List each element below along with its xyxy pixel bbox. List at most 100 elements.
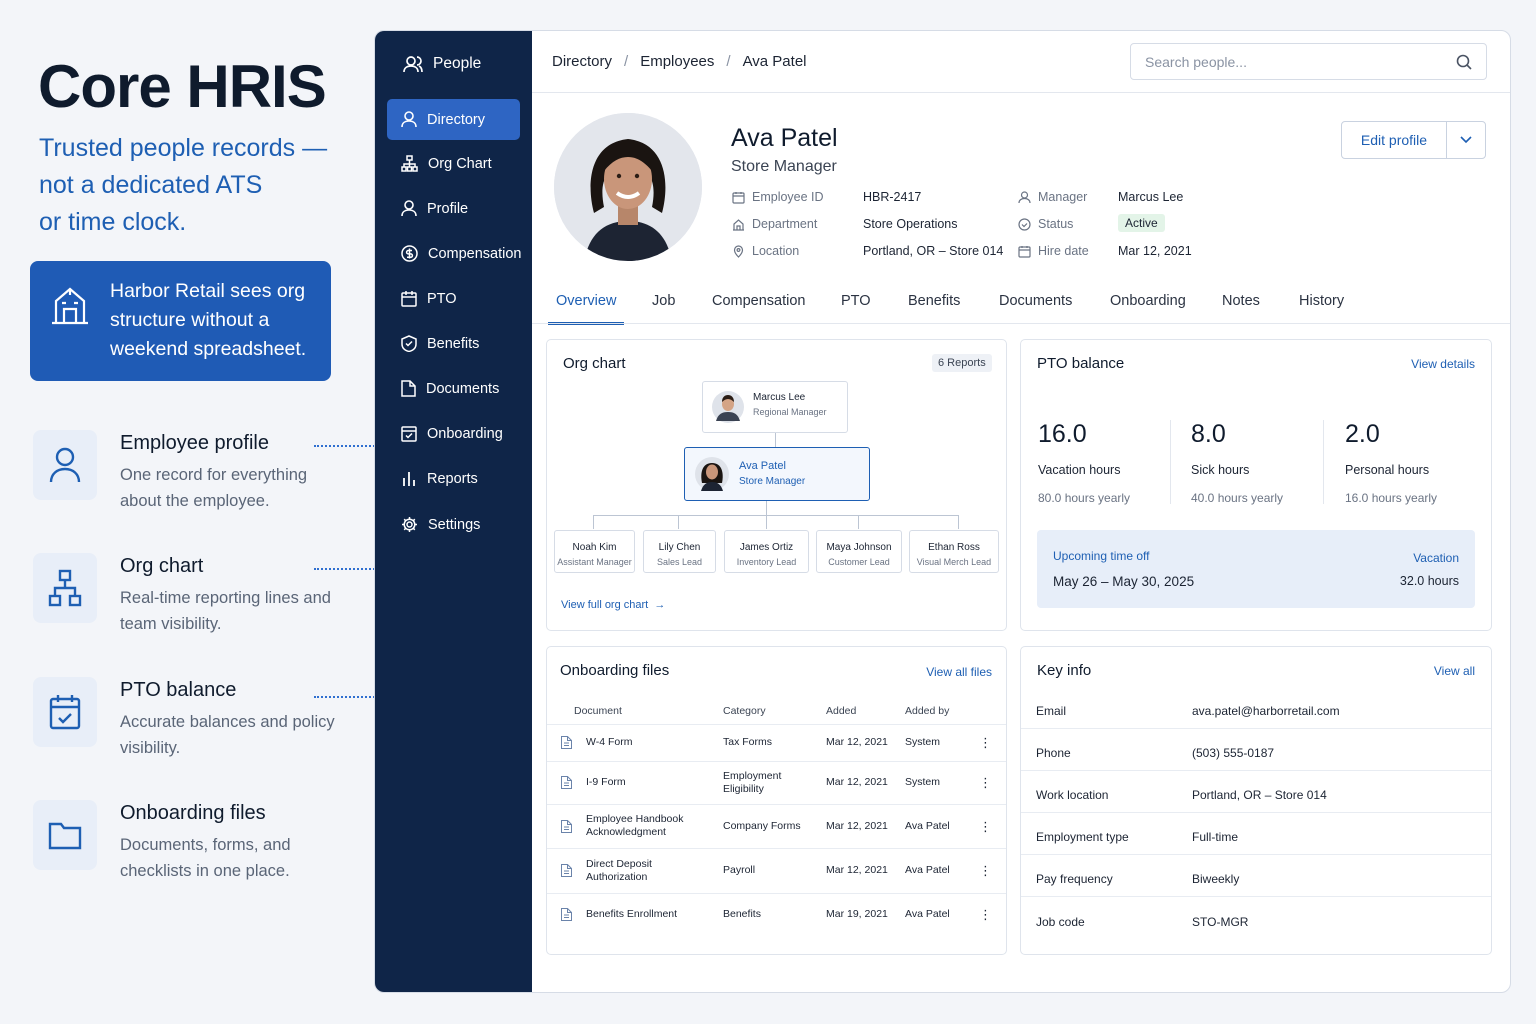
person-icon xyxy=(401,200,417,217)
document-icon xyxy=(561,776,586,789)
profile-tabs: Overview Job Compensation PTO Benefits D… xyxy=(548,293,1510,325)
sidebar-item-reports[interactable]: Reports xyxy=(387,458,520,499)
dollar-icon xyxy=(401,245,418,262)
files-table: Document Category Added Added by W-4 For… xyxy=(547,699,1006,935)
gear-icon xyxy=(401,516,418,533)
id-card-icon xyxy=(732,191,745,204)
org-node-report[interactable]: James Ortiz Inventory Lead xyxy=(724,530,809,573)
meta-manager: Manager Marcus Lee xyxy=(1018,190,1183,204)
profile-name: Ava Patel xyxy=(731,124,838,152)
sidebar-item-compensation[interactable]: Compensation xyxy=(387,233,522,274)
view-full-org-chart-link[interactable]: View full org chart → xyxy=(561,599,665,611)
employment-type-value: Full-time xyxy=(1192,830,1239,844)
org-chart-icon xyxy=(48,569,82,607)
tab-compensation[interactable]: Compensation xyxy=(704,293,814,325)
tab-onboarding[interactable]: Onboarding xyxy=(1102,293,1194,325)
meta-hire-date: Hire date Mar 12, 2021 xyxy=(1018,244,1192,258)
org-node-report[interactable]: Noah Kim Assistant Manager xyxy=(554,530,635,573)
breadcrumb-directory[interactable]: Directory xyxy=(552,53,612,70)
meta-department: Department Store Operations xyxy=(732,217,958,231)
work-location-value: Portland, OR – Store 014 xyxy=(1192,788,1327,802)
document-icon xyxy=(561,819,586,833)
profile-role: Store Manager xyxy=(731,158,837,175)
more-options-button[interactable] xyxy=(1447,122,1485,158)
tab-job[interactable]: Job xyxy=(644,293,683,325)
feature-pto-balance: PTO balance Accurate balances and policy… xyxy=(33,677,335,777)
avatar xyxy=(695,457,729,491)
sidebar-item-pto[interactable]: PTO xyxy=(387,278,520,319)
org-node-self[interactable]: Ava Patel Store Manager xyxy=(684,447,870,501)
folder-icon xyxy=(48,818,82,852)
table-row[interactable]: Benefits Enrollment Benefits Mar 19, 2021 A… xyxy=(547,892,1006,935)
tab-documents[interactable]: Documents xyxy=(991,293,1080,325)
sidebar-item-org-chart[interactable]: Org Chart xyxy=(387,143,520,184)
calendar-icon xyxy=(1018,245,1031,258)
phone-value: (503) 555-0187 xyxy=(1192,746,1275,760)
tab-history[interactable]: History xyxy=(1291,293,1352,325)
job-code-value: STO-MGR xyxy=(1192,915,1249,929)
document-icon xyxy=(561,907,586,921)
table-row[interactable]: W-4 Form Tax Forms Mar 12, 2021 System ⋮ xyxy=(547,723,1006,761)
app-window: People Directory Org Chart Profile Compe… xyxy=(374,30,1511,993)
sidebar-item-benefits[interactable]: Benefits xyxy=(387,323,520,364)
column-header: Added xyxy=(826,705,857,718)
sidebar-item-directory[interactable]: Directory xyxy=(387,99,520,140)
status-icon xyxy=(1018,217,1031,231)
column-header: Category xyxy=(723,705,766,718)
row-menu-icon[interactable]: ⋮ xyxy=(979,760,1006,804)
row-menu-icon[interactable]: ⋮ xyxy=(979,892,1006,935)
people-icon xyxy=(403,55,423,73)
sidebar-item-onboarding[interactable]: Onboarding xyxy=(387,413,520,454)
row-menu-icon[interactable]: ⋮ xyxy=(979,803,1006,848)
org-node-manager[interactable]: Marcus Lee Regional Manager xyxy=(702,381,848,433)
view-details-link[interactable]: View details xyxy=(1411,357,1475,371)
avatar xyxy=(554,113,702,261)
meta-employee-id: Employee ID HBR-2417 xyxy=(732,190,921,204)
breadcrumb-employees[interactable]: Employees xyxy=(640,53,714,70)
sidebar-item-settings[interactable]: Settings xyxy=(387,504,520,545)
sidebar: People Directory Org Chart Profile Compe… xyxy=(375,31,532,992)
org-node-report[interactable]: Maya Johnson Customer Lead xyxy=(816,530,902,573)
tab-notes[interactable]: Notes xyxy=(1214,293,1268,325)
search-icon xyxy=(1456,54,1472,70)
table-row[interactable]: I-9 Form Employment Eligibility Mar 12, 20… xyxy=(547,760,1006,804)
row-menu-icon[interactable]: ⋮ xyxy=(979,847,1006,893)
document-icon xyxy=(561,864,586,877)
upcoming-time-off[interactable]: Upcoming time off Vacation May 26 – May … xyxy=(1037,530,1475,608)
key-info-title: Key info xyxy=(1037,662,1092,679)
pto-title: PTO balance xyxy=(1037,355,1125,372)
breadcrumb-current: Ava Patel xyxy=(742,53,807,70)
org-node-report[interactable]: Lily Chen Sales Lead xyxy=(643,530,716,573)
key-info-card: Key info View all Email ava.patel@harborr… xyxy=(1020,646,1492,955)
tab-pto[interactable]: PTO xyxy=(833,293,879,325)
sidebar-header: People xyxy=(403,55,481,73)
status-badge: Active xyxy=(1118,214,1165,232)
tab-overview[interactable]: Overview xyxy=(548,293,625,325)
location-pin-icon xyxy=(732,244,745,258)
edit-profile-button[interactable]: Edit profile xyxy=(1342,122,1447,158)
table-row[interactable]: Employee Handbook Acknowledgment Company … xyxy=(547,803,1006,848)
onboarding-files-title: Onboarding files xyxy=(560,662,670,679)
search-input[interactable]: Search people... xyxy=(1130,43,1487,80)
column-header: Document xyxy=(574,705,622,718)
meta-status: Status Active xyxy=(1018,214,1165,232)
org-chart-card: Org chart 6 Reports Marcus Lee Regional M… xyxy=(546,339,1007,631)
tab-benefits[interactable]: Benefits xyxy=(900,293,968,325)
pto-personal: 2.0 Personal hours 16.0 hours yearly xyxy=(1345,420,1438,505)
sidebar-item-documents[interactable]: Documents xyxy=(387,368,520,409)
view-all-link[interactable]: View all xyxy=(1434,664,1475,678)
org-node-report[interactable]: Ethan Ross Visual Merch Lead xyxy=(909,530,999,573)
column-header: Added by xyxy=(905,705,950,718)
sidebar-item-profile[interactable]: Profile xyxy=(387,188,520,229)
calendar-check-icon xyxy=(48,693,82,731)
table-row[interactable]: Direct Deposit Authorization Payroll Mar 1… xyxy=(547,847,1006,893)
person-icon xyxy=(48,446,82,484)
chevron-down-icon xyxy=(1460,136,1472,144)
reports-badge: 6 Reports xyxy=(932,354,992,372)
building-icon xyxy=(732,218,745,231)
view-all-files-link[interactable]: View all files xyxy=(926,665,992,679)
edit-profile-button-group: Edit profile xyxy=(1341,121,1486,159)
row-menu-icon[interactable]: ⋮ xyxy=(979,723,1006,761)
org-chart-icon xyxy=(401,155,418,172)
hero-title: Core HRIS xyxy=(38,53,327,120)
